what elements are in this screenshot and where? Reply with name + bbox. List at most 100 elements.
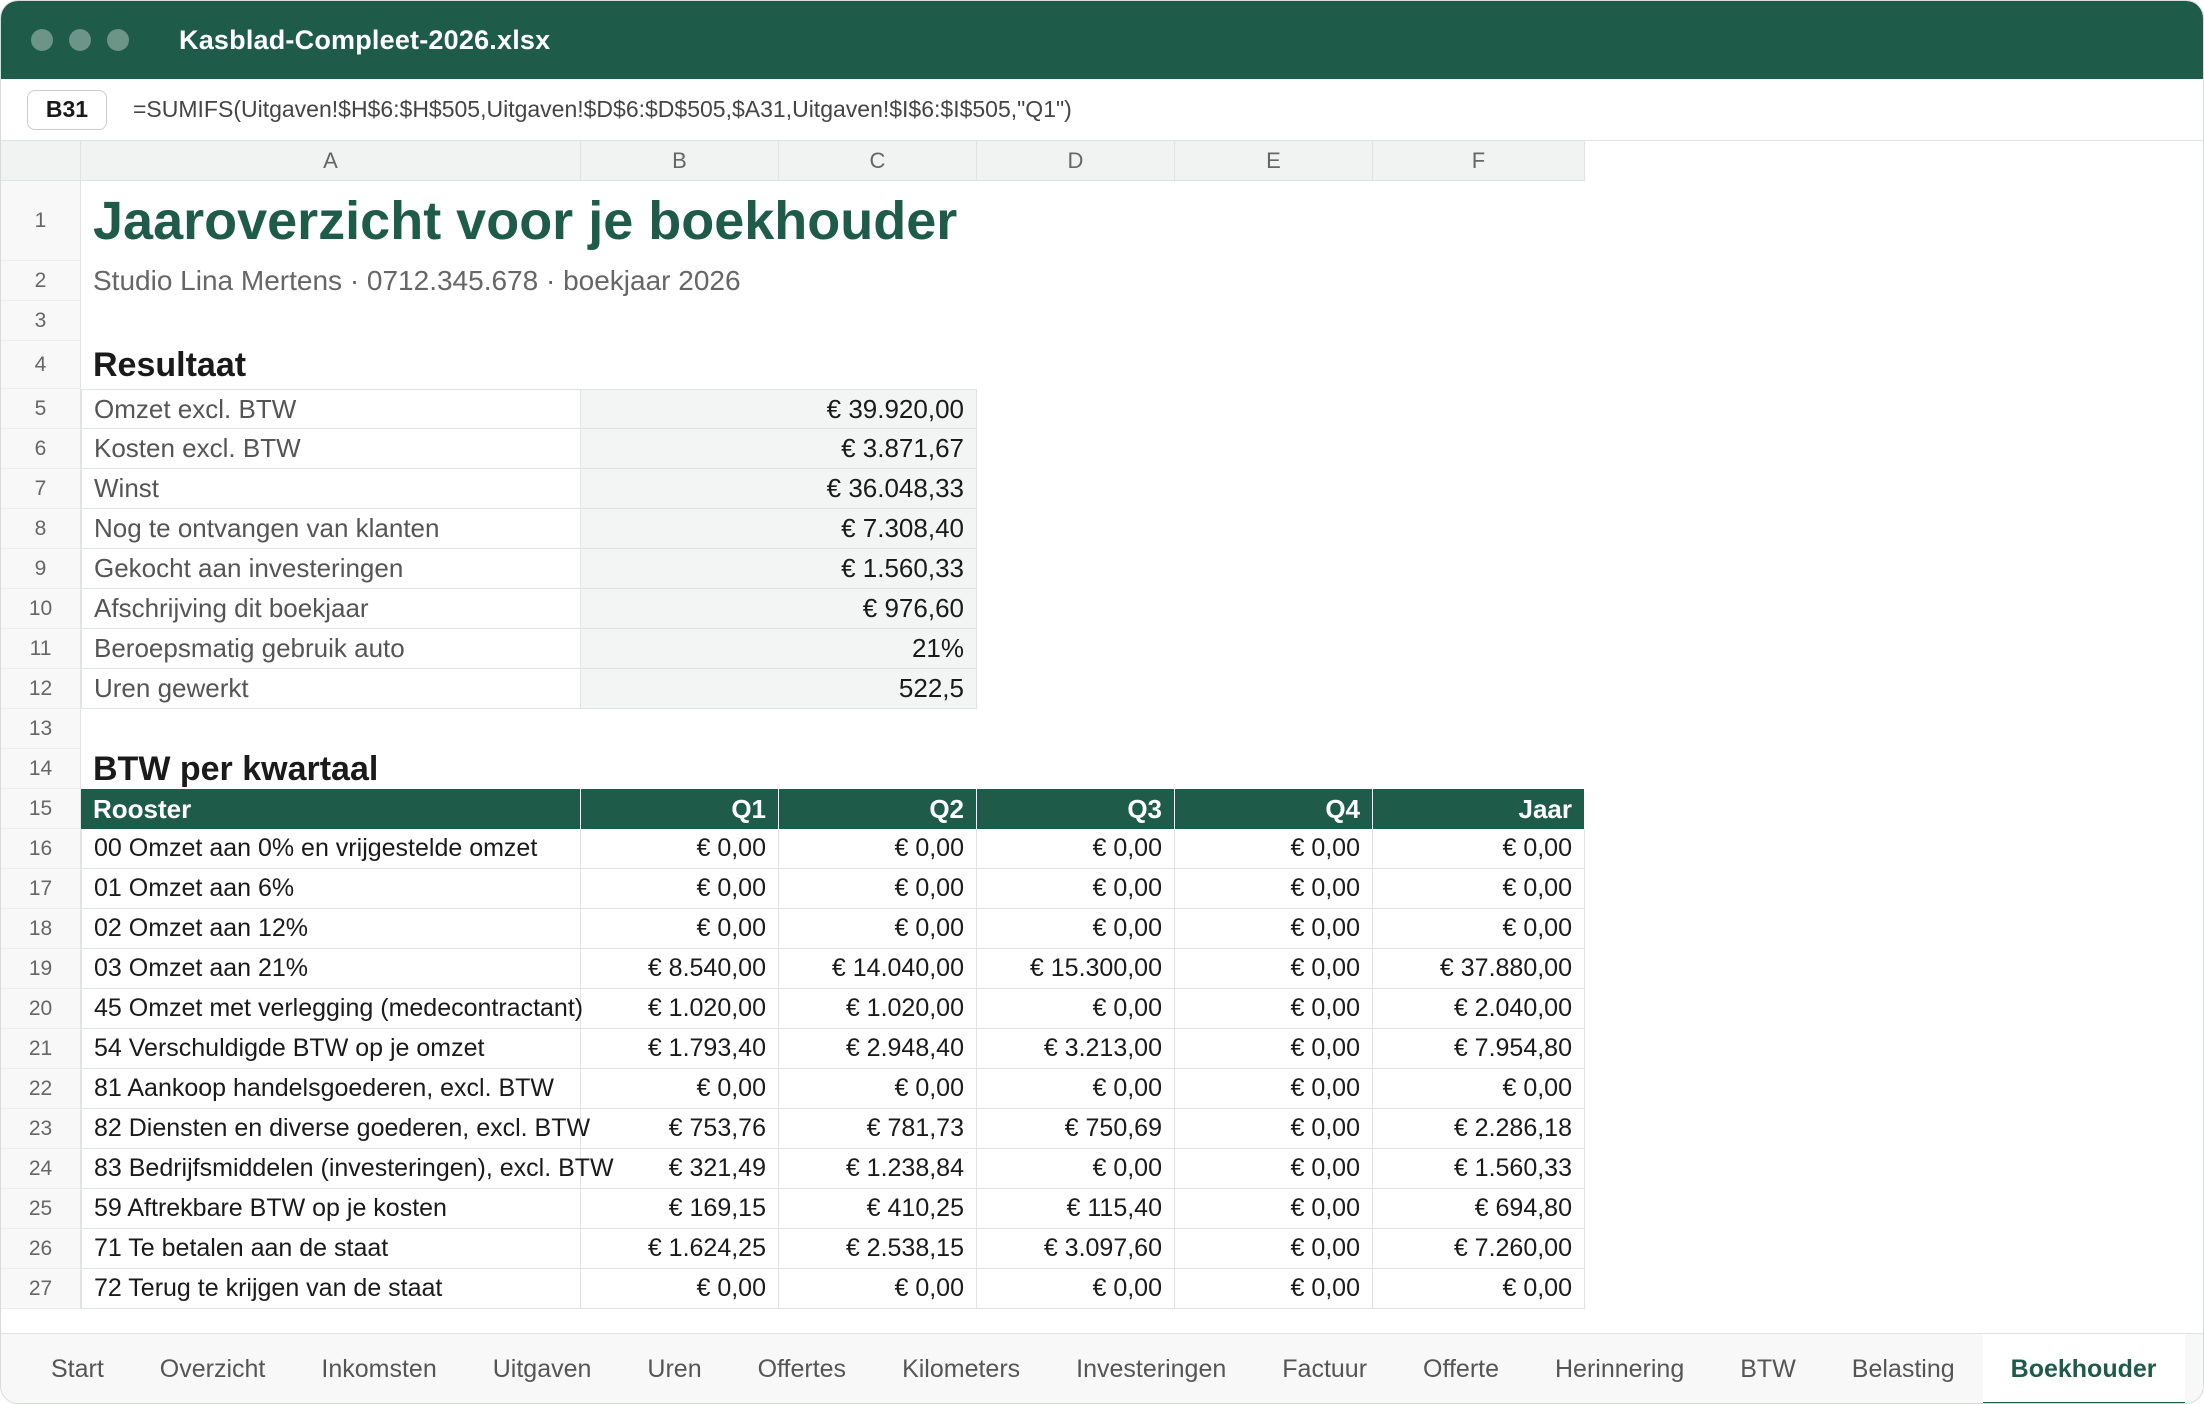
btw-value-q2[interactable]: € 2.538,15 bbox=[779, 1229, 977, 1269]
btw-value-q2[interactable]: € 0,00 bbox=[779, 1069, 977, 1109]
btw-rooster-label[interactable]: 81 Aankoop handelsgoederen, excl. BTW bbox=[81, 1069, 581, 1109]
btw-value-q2[interactable]: € 0,00 bbox=[779, 869, 977, 909]
resultaat-value[interactable]: € 39.920,00 bbox=[581, 389, 977, 429]
row-header-17[interactable]: 17 bbox=[1, 869, 81, 909]
btw-value-q3[interactable]: € 0,00 bbox=[977, 1269, 1175, 1309]
row-header-1[interactable]: 1 bbox=[1, 181, 81, 261]
row-header-19[interactable]: 19 bbox=[1, 949, 81, 989]
row-header-8[interactable]: 8 bbox=[1, 509, 81, 549]
resultaat-label[interactable]: Winst bbox=[81, 469, 581, 509]
sheet-title[interactable]: Jaaroverzicht voor je boekhouder bbox=[81, 181, 1381, 261]
btw-value-q3[interactable]: € 15.300,00 bbox=[977, 949, 1175, 989]
btw-value-q1[interactable]: € 0,00 bbox=[581, 1069, 779, 1109]
column-header-b[interactable]: B bbox=[581, 141, 779, 181]
btw-rooster-label[interactable]: 01 Omzet aan 6% bbox=[81, 869, 581, 909]
btw-header-q2[interactable]: Q2 bbox=[779, 789, 977, 829]
resultaat-label[interactable]: Afschrijving dit boekjaar bbox=[81, 589, 581, 629]
sheet-tab-factuur[interactable]: Factuur bbox=[1254, 1334, 1395, 1404]
sheet-tab-uren[interactable]: Uren bbox=[619, 1334, 729, 1404]
resultaat-value[interactable]: € 36.048,33 bbox=[581, 469, 977, 509]
btw-value-q4[interactable]: € 0,00 bbox=[1175, 949, 1373, 989]
btw-value-q3[interactable]: € 0,00 bbox=[977, 909, 1175, 949]
btw-heading[interactable]: BTW per kwartaal bbox=[81, 749, 781, 789]
btw-value-q1[interactable]: € 0,00 bbox=[581, 1269, 779, 1309]
btw-rooster-label[interactable]: 82 Diensten en diverse goederen, excl. B… bbox=[81, 1109, 590, 1149]
sheet-tab-btw[interactable]: BTW bbox=[1712, 1334, 1824, 1404]
btw-value-q2[interactable]: € 0,00 bbox=[779, 909, 977, 949]
btw-value-q4[interactable]: € 0,00 bbox=[1175, 1149, 1373, 1189]
sheet-tab-offerte[interactable]: Offerte bbox=[1395, 1334, 1527, 1404]
sheet-tab-herinnering[interactable]: Herinnering bbox=[1527, 1334, 1712, 1404]
btw-header-rooster[interactable]: Rooster bbox=[81, 789, 581, 829]
row-header-20[interactable]: 20 bbox=[1, 989, 81, 1029]
sheet-tab-boekhouder[interactable]: Boekhouder bbox=[1982, 1333, 2185, 1403]
btw-value-q3[interactable]: € 750,69 bbox=[977, 1109, 1175, 1149]
row-header-7[interactable]: 7 bbox=[1, 469, 81, 509]
btw-rooster-label[interactable]: 59 Aftrekbare BTW op je kosten bbox=[81, 1189, 581, 1229]
row-header-21[interactable]: 21 bbox=[1, 1029, 81, 1069]
row-header-6[interactable]: 6 bbox=[1, 429, 81, 469]
resultaat-value[interactable]: 522,5 bbox=[581, 669, 977, 709]
maximize-window-button[interactable] bbox=[107, 29, 129, 51]
row-header-18[interactable]: 18 bbox=[1, 909, 81, 949]
resultaat-label[interactable]: Uren gewerkt bbox=[81, 669, 581, 709]
btw-rooster-label[interactable]: 72 Terug te krijgen van de staat bbox=[81, 1269, 581, 1309]
resultaat-heading[interactable]: Resultaat bbox=[81, 341, 781, 389]
btw-value-q3[interactable]: € 0,00 bbox=[977, 829, 1175, 869]
column-header-c[interactable]: C bbox=[779, 141, 977, 181]
btw-value-q3[interactable]: € 0,00 bbox=[977, 1069, 1175, 1109]
btw-value-jaar[interactable]: € 0,00 bbox=[1373, 1269, 1585, 1309]
resultaat-value[interactable]: 21% bbox=[581, 629, 977, 669]
btw-value-q1[interactable]: € 753,76 bbox=[581, 1109, 779, 1149]
btw-value-q4[interactable]: € 0,00 bbox=[1175, 1269, 1373, 1309]
btw-value-q2[interactable]: € 781,73 bbox=[779, 1109, 977, 1149]
row-header-5[interactable]: 5 bbox=[1, 389, 81, 429]
btw-value-q1[interactable]: € 8.540,00 bbox=[581, 949, 779, 989]
btw-value-q3[interactable]: € 0,00 bbox=[977, 989, 1175, 1029]
btw-value-q4[interactable]: € 0,00 bbox=[1175, 829, 1373, 869]
btw-value-q2[interactable]: € 1.238,84 bbox=[779, 1149, 977, 1189]
row-header-26[interactable]: 26 bbox=[1, 1229, 81, 1269]
btw-value-jaar[interactable]: € 37.880,00 bbox=[1373, 949, 1585, 989]
btw-value-q2[interactable]: € 1.020,00 bbox=[779, 989, 977, 1029]
btw-value-q2[interactable]: € 0,00 bbox=[779, 829, 977, 869]
sheet-tab-offertes[interactable]: Offertes bbox=[730, 1334, 874, 1404]
btw-value-q2[interactable]: € 14.040,00 bbox=[779, 949, 977, 989]
row-header-12[interactable]: 12 bbox=[1, 669, 81, 709]
btw-value-q1[interactable]: € 169,15 bbox=[581, 1189, 779, 1229]
row-header-4[interactable]: 4 bbox=[1, 341, 81, 389]
cell-reference-box[interactable]: B31 bbox=[27, 89, 107, 130]
btw-value-q1[interactable]: € 1.624,25 bbox=[581, 1229, 779, 1269]
row-header-16[interactable]: 16 bbox=[1, 829, 81, 869]
row-header-9[interactable]: 9 bbox=[1, 549, 81, 589]
btw-value-jaar[interactable]: € 0,00 bbox=[1373, 869, 1585, 909]
resultaat-label[interactable]: Nog te ontvangen van klanten bbox=[81, 509, 581, 549]
row-header-10[interactable]: 10 bbox=[1, 589, 81, 629]
btw-value-jaar[interactable]: € 2.040,00 bbox=[1373, 989, 1585, 1029]
sheet-tab-uitgaven[interactable]: Uitgaven bbox=[465, 1334, 620, 1404]
sheet-tab-start[interactable]: Start bbox=[23, 1334, 132, 1404]
btw-value-q1[interactable]: € 1.020,00 bbox=[581, 989, 779, 1029]
resultaat-label[interactable]: Omzet excl. BTW bbox=[81, 389, 581, 429]
btw-value-q4[interactable]: € 0,00 bbox=[1175, 1109, 1373, 1149]
btw-value-q2[interactable]: € 410,25 bbox=[779, 1189, 977, 1229]
resultaat-label[interactable]: Beroepsmatig gebruik auto bbox=[81, 629, 581, 669]
btw-value-q4[interactable]: € 0,00 bbox=[1175, 1189, 1373, 1229]
btw-rooster-label[interactable]: 54 Verschuldigde BTW op je omzet bbox=[81, 1029, 581, 1069]
btw-rooster-label[interactable]: 00 Omzet aan 0% en vrijgestelde omzet bbox=[81, 829, 581, 869]
btw-value-q1[interactable]: € 1.793,40 bbox=[581, 1029, 779, 1069]
btw-value-q4[interactable]: € 0,00 bbox=[1175, 1069, 1373, 1109]
resultaat-value[interactable]: € 976,60 bbox=[581, 589, 977, 629]
column-header-d[interactable]: D bbox=[977, 141, 1175, 181]
row-header-13[interactable]: 13 bbox=[1, 709, 81, 749]
close-window-button[interactable] bbox=[31, 29, 53, 51]
select-all-corner[interactable] bbox=[1, 141, 81, 181]
btw-value-q4[interactable]: € 0,00 bbox=[1175, 909, 1373, 949]
btw-value-q3[interactable]: € 3.097,60 bbox=[977, 1229, 1175, 1269]
row-header-11[interactable]: 11 bbox=[1, 629, 81, 669]
btw-value-q3[interactable]: € 3.213,00 bbox=[977, 1029, 1175, 1069]
btw-header-q3[interactable]: Q3 bbox=[977, 789, 1175, 829]
btw-value-q3[interactable]: € 0,00 bbox=[977, 1149, 1175, 1189]
btw-rooster-label[interactable]: 83 Bedrijfsmiddelen (investeringen), exc… bbox=[81, 1149, 614, 1189]
sheet-tab-investeringen[interactable]: Investeringen bbox=[1048, 1334, 1254, 1404]
